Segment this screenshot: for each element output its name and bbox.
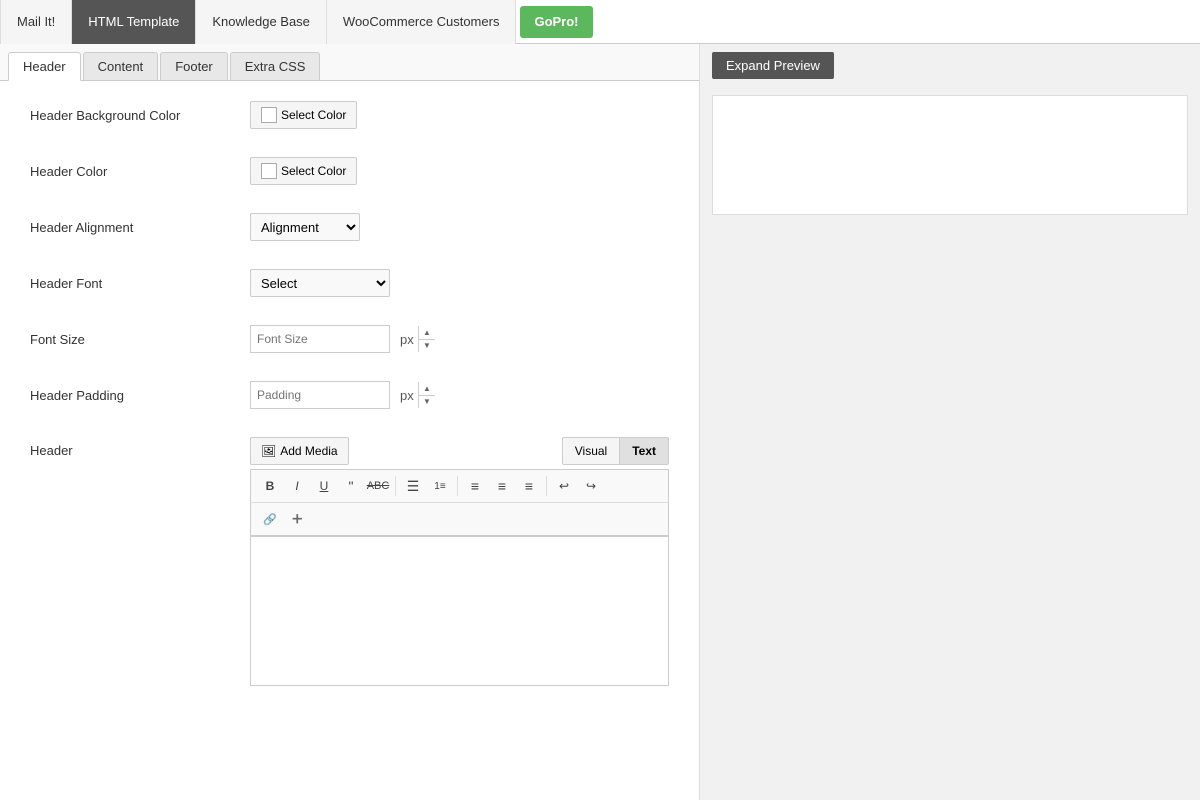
tab-header[interactable]: Header xyxy=(8,52,81,81)
header-color-control: Select Color xyxy=(250,157,357,185)
add-media-button[interactable]: 🖼 Add Media xyxy=(250,437,349,465)
header-bg-color-btn-label: Select Color xyxy=(281,108,346,122)
bold-button[interactable]: B xyxy=(257,474,283,498)
header-editor-row: Header 🖼 Add Media Visual Text xyxy=(30,437,669,686)
header-padding-arrows: ▲ ▼ xyxy=(418,382,435,408)
align-center-button[interactable]: ≡ xyxy=(489,474,515,498)
redo-button[interactable]: ↪ xyxy=(578,474,604,498)
toolbar-sep-3 xyxy=(546,476,547,496)
font-size-control: ▲ ▼ px xyxy=(250,325,414,353)
tab-html-template[interactable]: HTML Template xyxy=(72,0,196,44)
italic-button[interactable]: I xyxy=(284,474,310,498)
header-bg-color-button[interactable]: Select Color xyxy=(250,101,357,129)
editor-toolbar-row2: 🔗 ✕ xyxy=(250,502,669,536)
add-media-label: Add Media xyxy=(280,444,337,458)
left-panel: Header Content Footer Extra CSS Header B… xyxy=(0,44,700,800)
visual-mode-button[interactable]: Visual xyxy=(562,437,620,465)
font-size-row: Font Size ▲ ▼ px xyxy=(30,325,669,353)
header-font-label: Header Font xyxy=(30,276,250,291)
tab-footer[interactable]: Footer xyxy=(160,52,228,80)
preview-area xyxy=(712,95,1188,215)
add-media-icon: 🖼 xyxy=(261,444,276,458)
header-font-select[interactable]: Select Arial Helvetica Times New Roman G… xyxy=(250,269,390,297)
form-area: Header Background Color Select Color Hea… xyxy=(0,81,699,800)
main-layout: Header Content Footer Extra CSS Header B… xyxy=(0,44,1200,800)
header-color-btn-label: Select Color xyxy=(281,164,346,178)
tab-knowledge-base[interactable]: Knowledge Base xyxy=(196,0,327,44)
strikethrough-button[interactable]: ABC xyxy=(365,474,391,498)
font-size-label: Font Size xyxy=(30,332,250,347)
header-padding-label: Header Padding xyxy=(30,388,250,403)
header-font-row: Header Font Select Arial Helvetica Times… xyxy=(30,269,669,297)
editor-top-row: 🖼 Add Media Visual Text xyxy=(250,437,669,465)
tab-woocommerce-customers[interactable]: WooCommerce Customers xyxy=(327,0,517,44)
header-padding-control: ▲ ▼ px xyxy=(250,381,414,409)
preview-header: Expand Preview xyxy=(700,44,1200,87)
header-alignment-row: Header Alignment Alignment Left Center R… xyxy=(30,213,669,241)
align-left-button[interactable]: ≡ xyxy=(462,474,488,498)
header-alignment-label: Header Alignment xyxy=(30,220,250,235)
header-padding-unit: px xyxy=(400,388,414,403)
text-mode-button[interactable]: Text xyxy=(620,437,669,465)
header-bg-color-swatch xyxy=(261,107,277,123)
font-size-input[interactable] xyxy=(251,332,418,346)
ol-button[interactable]: 1≡ xyxy=(427,474,453,498)
align-right-button[interactable]: ≡ xyxy=(516,474,542,498)
header-padding-up[interactable]: ▲ xyxy=(419,382,435,396)
header-color-row: Header Color Select Color xyxy=(30,157,669,185)
header-color-swatch xyxy=(261,163,277,179)
tab-gopro[interactable]: GoPro! xyxy=(520,6,592,38)
header-bg-color-row: Header Background Color Select Color xyxy=(30,101,669,129)
header-padding-down[interactable]: ▼ xyxy=(419,396,435,409)
header-color-button[interactable]: Select Color xyxy=(250,157,357,185)
toolbar-sep-2 xyxy=(457,476,458,496)
header-editor-wrapper: 🖼 Add Media Visual Text B I U " xyxy=(250,437,669,686)
header-alignment-control: Alignment Left Center Right xyxy=(250,213,360,241)
editor-toolbar-row1: B I U " ABC ☰ 1≡ ≡ ≡ ≡ ↩ ↪ xyxy=(250,469,669,502)
sub-tabs: Header Content Footer Extra CSS xyxy=(0,44,699,81)
blockquote-button[interactable]: " xyxy=(338,474,364,498)
font-size-arrows: ▲ ▼ xyxy=(418,326,435,352)
tab-extra-css[interactable]: Extra CSS xyxy=(230,52,321,80)
header-font-control: Select Arial Helvetica Times New Roman G… xyxy=(250,269,390,297)
editor-mode-buttons: Visual Text xyxy=(562,437,669,465)
header-bg-color-label: Header Background Color xyxy=(30,108,250,123)
header-editor-label: Header xyxy=(30,437,250,458)
tab-content[interactable]: Content xyxy=(83,52,159,80)
header-color-label: Header Color xyxy=(30,164,250,179)
header-alignment-select[interactable]: Alignment Left Center Right xyxy=(250,213,360,241)
header-padding-spinner: ▲ ▼ xyxy=(250,381,390,409)
font-size-down[interactable]: ▼ xyxy=(419,340,435,353)
font-size-spinner: ▲ ▼ xyxy=(250,325,390,353)
font-size-unit: px xyxy=(400,332,414,347)
header-bg-color-control: Select Color xyxy=(250,101,357,129)
toolbar-sep-1 xyxy=(395,476,396,496)
unlink-button[interactable]: ✕ xyxy=(279,501,314,536)
font-size-up[interactable]: ▲ xyxy=(419,326,435,340)
undo-button[interactable]: ↩ xyxy=(551,474,577,498)
expand-preview-button[interactable]: Expand Preview xyxy=(712,52,834,79)
right-panel: Expand Preview xyxy=(700,44,1200,800)
tab-mail-it[interactable]: Mail It! xyxy=(0,0,72,44)
editor-body[interactable] xyxy=(250,536,669,686)
top-nav: Mail It! HTML Template Knowledge Base Wo… xyxy=(0,0,1200,44)
header-padding-row: Header Padding ▲ ▼ px xyxy=(30,381,669,409)
header-padding-input[interactable] xyxy=(251,388,418,402)
underline-button[interactable]: U xyxy=(311,474,337,498)
ul-button[interactable]: ☰ xyxy=(400,474,426,498)
